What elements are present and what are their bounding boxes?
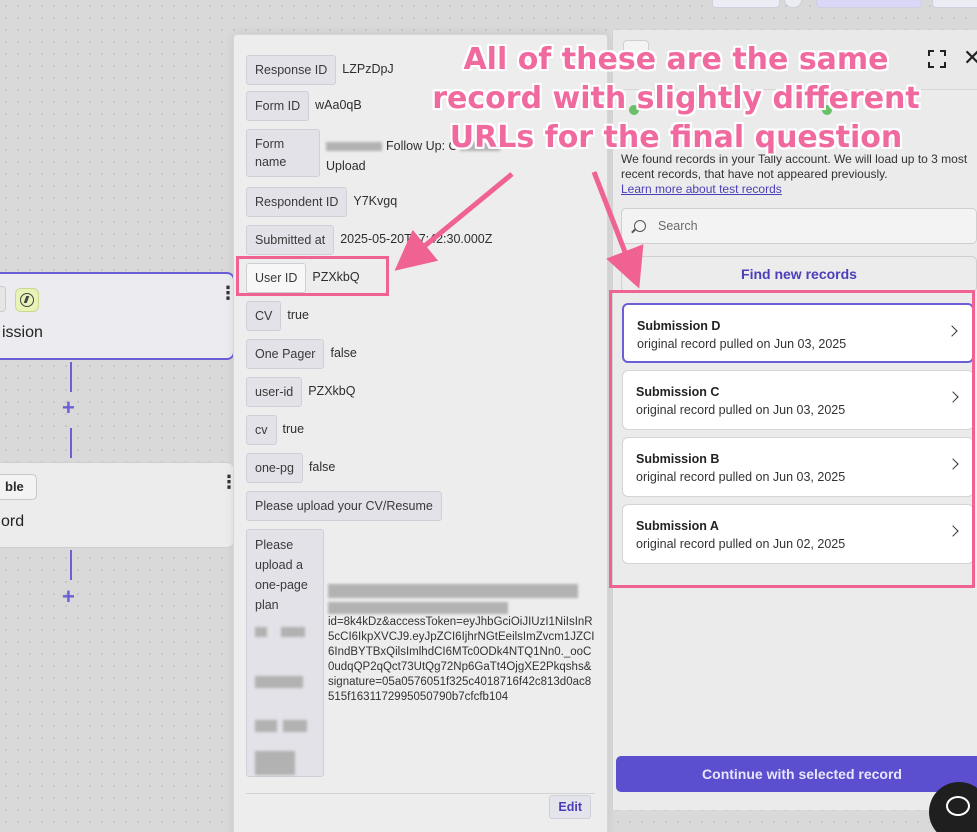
record-subtitle: original record pulled on Jun 03, 2025 [636, 403, 846, 417]
field-key: Respondent ID [246, 187, 348, 217]
field-submitted-at: Submitted at 2025-05-20T17:42:30.000Z [246, 225, 492, 255]
node-app-icon [0, 286, 6, 312]
learn-more-link[interactable]: Learn more about test records [621, 182, 782, 196]
workflow-node-trigger[interactable]: ⋮ ission [0, 272, 237, 360]
record-subtitle: original record pulled on Jun 02, 2025 [636, 537, 846, 551]
trigger-bolt-icon [15, 288, 39, 312]
edit-button-label: Edit [549, 795, 591, 819]
chevron-right-icon [947, 391, 959, 403]
node-menu-icon[interactable]: ⋮ [220, 473, 238, 491]
field-value: true [282, 422, 305, 436]
redacted-block [255, 621, 315, 641]
record-card-submission-b[interactable]: Submission B original record pulled on J… [622, 437, 974, 497]
annotation-text: All of these are the same record with sl… [432, 42, 920, 155]
chevron-right-icon [947, 458, 959, 470]
url-value: id=8k4kDz&accessToken=eyJhbGciOiJIUzI1Ni… [328, 616, 595, 703]
record-subtitle: original record pulled on Jun 03, 2025 [637, 337, 847, 351]
field-form-id: Form ID wAa0qB [246, 91, 362, 121]
search-placeholder: Search [658, 219, 698, 233]
search-icon [634, 220, 646, 232]
field-user-id: User ID PZXkbQ [246, 263, 360, 293]
field-key-text: Please upload a one-page plan [255, 538, 308, 612]
record-title: Submission D [637, 319, 721, 333]
field-key: Submitted at [246, 225, 335, 255]
continue-with-selected-record-button[interactable]: Continue with selected record [616, 756, 977, 792]
field-key: Form ID [246, 91, 310, 121]
chevron-right-icon [946, 325, 958, 337]
field-value: LZPzDpJ [342, 62, 394, 76]
test-run-button[interactable] [816, 0, 922, 8]
find-new-records-button[interactable]: Find new records [621, 256, 977, 292]
field-value: PZXkbQ [312, 270, 360, 284]
field-upload-cv: Please upload your CV/Resume [246, 491, 442, 521]
record-title: Submission B [636, 452, 720, 466]
top-toolbar-circle[interactable] [784, 0, 802, 8]
record-card-submission-a[interactable]: Submission A original record pulled on J… [622, 504, 974, 564]
redacted-block [326, 141, 382, 151]
field-one-pager: One Pager false [246, 339, 357, 369]
field-value: PZXkbQ [308, 384, 356, 398]
record-title: Submission A [636, 519, 719, 533]
edit-button[interactable]: Edit [549, 795, 591, 819]
top-toolbar-chip[interactable] [712, 0, 780, 8]
node-title: ord [1, 513, 25, 530]
field-key: user-id [246, 377, 303, 407]
field-key: One Pager [246, 339, 325, 369]
close-icon[interactable]: ✕ [963, 47, 977, 69]
field-key: CV [246, 301, 282, 331]
connector-line [70, 428, 72, 458]
url-redacted-header [328, 583, 594, 614]
field-value: false [330, 346, 357, 360]
field-one-pg: one-pg false [246, 453, 335, 483]
add-step-icon[interactable]: + [62, 586, 75, 608]
search-input[interactable]: Search [621, 208, 977, 244]
expand-icon[interactable] [928, 50, 946, 68]
field-upload-plan: Please upload a one-page plan [246, 529, 324, 777]
field-key: Please upload a one-page plan [246, 529, 324, 777]
node-title: ission [2, 324, 43, 341]
field-key: Please upload your CV/Resume [246, 491, 442, 521]
field-value: Y7Kvgq [353, 194, 398, 208]
field-value-text: Upload [326, 159, 366, 173]
field-value: wAa0qB [315, 98, 362, 112]
field-user-id-lower: user-id PZXkbQ [246, 377, 355, 407]
redacted-block [255, 715, 315, 735]
chevron-right-icon [947, 525, 959, 537]
field-value: true [287, 308, 309, 322]
field-cv: CV true [246, 301, 309, 331]
field-key: one-pg [246, 453, 303, 483]
redacted-block [255, 671, 315, 691]
field-value: false [308, 460, 336, 474]
field-key: Form name [246, 129, 320, 177]
field-cv-lower: cv true [246, 415, 304, 445]
field-key: cv [246, 415, 277, 445]
record-card-submission-d[interactable]: Submission D original record pulled on J… [622, 303, 974, 363]
publish-button[interactable] [932, 0, 977, 8]
connector-line [70, 550, 72, 580]
field-response-id: Response ID LZPzDpJ [246, 55, 394, 85]
divider [246, 793, 595, 794]
add-step-icon[interactable]: + [62, 397, 75, 419]
field-respondent-id: Respondent ID Y7Kvgq [246, 187, 397, 217]
field-key: Response ID [246, 55, 337, 85]
node-menu-icon[interactable]: ⋮ [219, 284, 237, 302]
field-key: User ID [246, 263, 307, 293]
redacted-block [255, 751, 315, 775]
field-value: 2025-05-20T17:42:30.000Z [340, 232, 493, 246]
record-title: Submission C [636, 385, 720, 399]
record-subtitle: original record pulled on Jun 03, 2025 [636, 470, 846, 484]
connector-line [70, 362, 72, 392]
node-app-button[interactable]: ble [0, 474, 37, 500]
record-card-submission-c[interactable]: Submission C original record pulled on J… [622, 370, 974, 430]
